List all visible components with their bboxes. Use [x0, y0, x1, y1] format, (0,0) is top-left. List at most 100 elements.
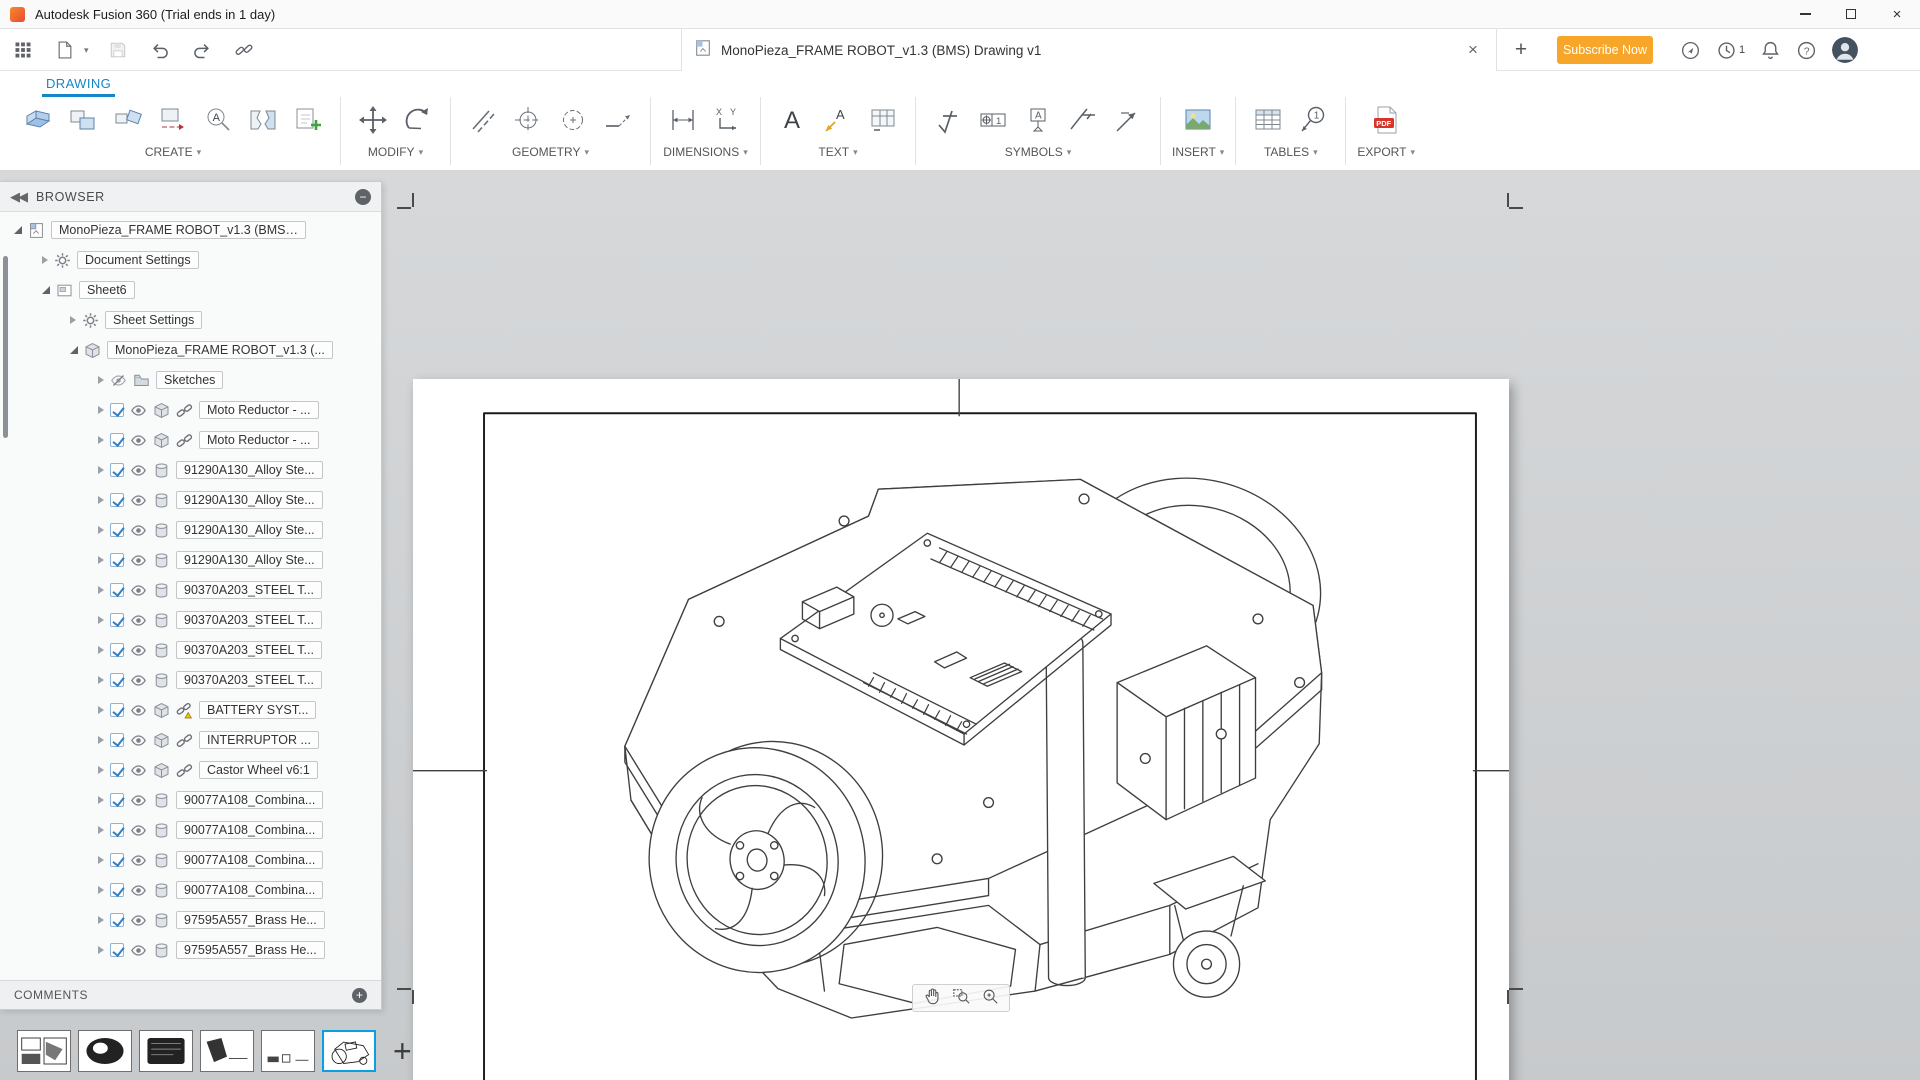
- visibility-checkbox[interactable]: [110, 643, 124, 657]
- file-menu-icon[interactable]: [52, 37, 78, 63]
- expand-arrow-icon[interactable]: [98, 556, 104, 564]
- visibility-checkbox[interactable]: [110, 463, 124, 477]
- tree-row[interactable]: 90077A108_Combina...: [0, 815, 381, 845]
- expand-arrow-icon[interactable]: [98, 406, 104, 414]
- break-view-icon[interactable]: [242, 98, 284, 142]
- expand-arrow-icon[interactable]: [98, 826, 104, 834]
- tab-close-icon[interactable]: ×: [1462, 40, 1484, 60]
- eye-icon[interactable]: [130, 552, 147, 569]
- new-sketch-icon[interactable]: [287, 98, 329, 142]
- expand-arrow-icon[interactable]: [98, 646, 104, 654]
- sheet-thumbnail-3[interactable]: [139, 1030, 193, 1072]
- expand-arrow-icon[interactable]: [98, 376, 104, 384]
- visibility-checkbox[interactable]: [110, 403, 124, 417]
- visibility-checkbox[interactable]: [110, 823, 124, 837]
- eye-icon[interactable]: [130, 672, 147, 689]
- ordinate-icon[interactable]: XY: [707, 98, 749, 142]
- tree-row-label[interactable]: 90077A108_Combina...: [176, 851, 324, 869]
- scrollbar[interactable]: [3, 256, 8, 438]
- visibility-checkbox[interactable]: [110, 793, 124, 807]
- ribbon-group-label-create[interactable]: CREATE ▾: [145, 145, 201, 159]
- file-menu-caret-icon[interactable]: ▾: [84, 45, 89, 56]
- tree-row[interactable]: 91290A130_Alloy Ste...: [0, 545, 381, 575]
- export-pdf-icon[interactable]: PDF: [1365, 98, 1407, 142]
- ribbon-group-label-geometry[interactable]: GEOMETRY ▾: [512, 145, 589, 159]
- tree-row-label[interactable]: 97595A557_Brass He...: [176, 911, 325, 929]
- visibility-checkbox[interactable]: [110, 853, 124, 867]
- balloon-icon[interactable]: 1: [1292, 98, 1334, 142]
- tree-row-label[interactable]: 91290A130_Alloy Ste...: [176, 461, 323, 479]
- expand-arrow-icon[interactable]: [70, 316, 76, 324]
- tree-row[interactable]: Sheet6: [0, 275, 381, 305]
- tree-row-label[interactable]: 90370A203_STEEL T...: [176, 581, 322, 599]
- eye-icon[interactable]: [130, 732, 147, 749]
- notifications-bell-icon[interactable]: [1760, 40, 1781, 61]
- ribbon-group-label-modify[interactable]: MODIFY ▾: [368, 145, 423, 159]
- collapse-arrow-icon[interactable]: [42, 286, 50, 294]
- comments-bar[interactable]: COMMENTS +: [0, 980, 381, 1009]
- eye-icon[interactable]: [130, 462, 147, 479]
- tree-row[interactable]: 91290A130_Alloy Ste...: [0, 455, 381, 485]
- leader-text-icon[interactable]: A: [817, 98, 859, 142]
- tree-row-label[interactable]: 90370A203_STEEL T...: [176, 611, 322, 629]
- tree-row-label[interactable]: 91290A130_Alloy Ste...: [176, 491, 323, 509]
- expand-arrow-icon[interactable]: [98, 856, 104, 864]
- expand-arrow-icon[interactable]: [98, 766, 104, 774]
- tree-row[interactable]: MonoPieza_FRAME ROBOT_v1.3 (BMS) D...: [0, 215, 381, 245]
- tree-row-label[interactable]: 90077A108_Combina...: [176, 791, 324, 809]
- visibility-checkbox[interactable]: [110, 913, 124, 927]
- drawing-sheet[interactable]: [413, 379, 1509, 1080]
- tree-row[interactable]: 91290A130_Alloy Ste...: [0, 485, 381, 515]
- tree-row-label[interactable]: 90370A203_STEEL T...: [176, 641, 322, 659]
- zoom-window-icon[interactable]: [952, 987, 970, 1010]
- expand-arrow-icon[interactable]: [98, 706, 104, 714]
- visibility-checkbox[interactable]: [110, 883, 124, 897]
- section-view-icon[interactable]: [152, 98, 194, 142]
- visibility-checkbox[interactable]: [110, 763, 124, 777]
- tree-row[interactable]: 90370A203_STEEL T...: [0, 575, 381, 605]
- expand-arrow-icon[interactable]: [98, 496, 104, 504]
- tree-row-label[interactable]: INTERRUPTOR ...: [199, 731, 319, 749]
- tree-row-label[interactable]: Castor Wheel v6:1: [199, 761, 318, 779]
- tree-row[interactable]: 97595A557_Brass He...: [0, 935, 381, 965]
- weld-icon[interactable]: [1062, 98, 1104, 142]
- tree-row-label[interactable]: 91290A130_Alloy Ste...: [176, 551, 323, 569]
- expand-arrow-icon[interactable]: [98, 796, 104, 804]
- surface-finish-icon[interactable]: [927, 98, 969, 142]
- eye-icon[interactable]: [130, 822, 147, 839]
- tree-row-label[interactable]: Sheet6: [79, 281, 135, 299]
- eye-icon[interactable]: [130, 702, 147, 719]
- ribbon-group-label-text[interactable]: TEXT ▾: [818, 145, 857, 159]
- ribbon-group-label-insert[interactable]: INSERT ▾: [1172, 145, 1224, 159]
- tree-row[interactable]: 90370A203_STEEL T...: [0, 635, 381, 665]
- visibility-checkbox[interactable]: [110, 553, 124, 567]
- eye-icon[interactable]: [130, 522, 147, 539]
- subscribe-button[interactable]: Subscribe Now: [1557, 36, 1653, 64]
- aux-view-icon[interactable]: [107, 98, 149, 142]
- eye-icon[interactable]: [130, 762, 147, 779]
- detail-view-icon[interactable]: A: [197, 98, 239, 142]
- center-mark-icon[interactable]: [507, 98, 549, 142]
- projected-view-icon[interactable]: [62, 98, 104, 142]
- table-icon[interactable]: [1247, 98, 1289, 142]
- expand-arrow-icon[interactable]: [98, 736, 104, 744]
- tree-row[interactable]: Sheet Settings: [0, 305, 381, 335]
- tree-row[interactable]: INTERRUPTOR ...: [0, 725, 381, 755]
- expand-arrow-icon[interactable]: [98, 616, 104, 624]
- centerline-icon[interactable]: [462, 98, 504, 142]
- visibility-checkbox[interactable]: [110, 523, 124, 537]
- app-grid-icon[interactable]: [10, 37, 36, 63]
- collapse-arrow-icon[interactable]: [14, 226, 22, 234]
- eye-icon[interactable]: [130, 492, 147, 509]
- add-comment-icon[interactable]: +: [352, 987, 367, 1003]
- new-tab-button[interactable]: +: [1506, 29, 1536, 71]
- collapse-arrow-icon[interactable]: [70, 346, 78, 354]
- tree-row[interactable]: Moto Reductor - ...: [0, 425, 381, 455]
- tree-row-label[interactable]: 90370A203_STEEL T...: [176, 671, 322, 689]
- expand-arrow-icon[interactable]: [42, 256, 48, 264]
- tree-row-label[interactable]: Moto Reductor - ...: [199, 431, 319, 449]
- tree-row[interactable]: Sketches: [0, 365, 381, 395]
- visibility-checkbox[interactable]: [110, 703, 124, 717]
- sheet-thumbnail-2[interactable]: [78, 1030, 132, 1072]
- share-link-icon[interactable]: [231, 37, 257, 63]
